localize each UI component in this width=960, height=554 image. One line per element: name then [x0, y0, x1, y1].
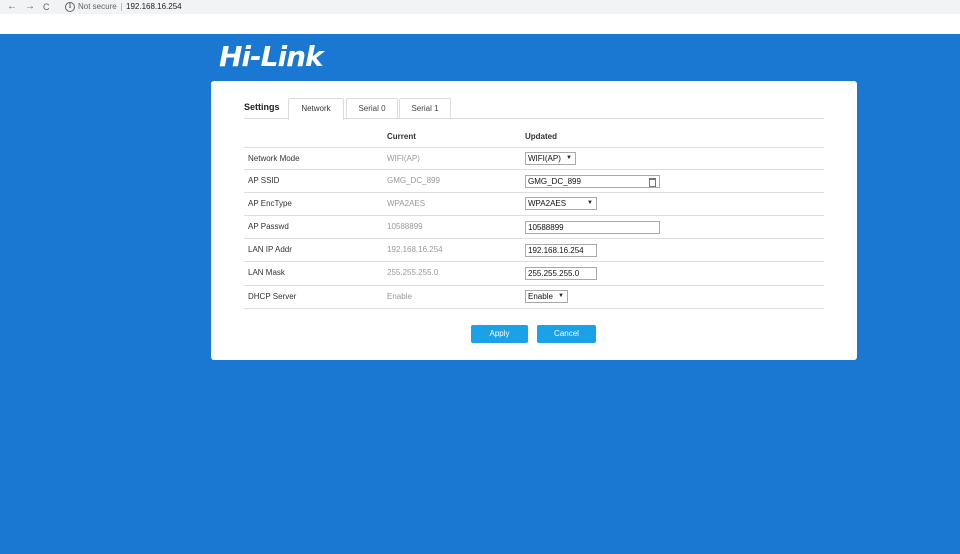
browser-chrome: ← → C i Not secure 192.168.16.254 — [0, 0, 960, 34]
tab-serial-1[interactable]: Serial 1 — [399, 98, 451, 118]
row-label: DHCP Server — [248, 292, 297, 301]
tab-network[interactable]: Network — [288, 98, 344, 120]
table-row: LAN Mask 255.255.255.0 255.255.255.0 — [244, 261, 824, 286]
settings-tabs: Settings Network Serial 0 Serial 1 — [244, 98, 824, 120]
input-value: GMG_DC_899 — [528, 177, 581, 186]
settings-heading: Settings — [244, 102, 280, 112]
ap-password-input[interactable]: 10588899 — [525, 221, 660, 234]
info-icon[interactable]: i — [65, 2, 75, 12]
table-row: Network Mode WIFI(AP) WIFI(AP) ▼ — [244, 147, 824, 170]
column-header-current: Current — [387, 132, 416, 141]
input-value: 10588899 — [528, 223, 564, 232]
row-label: LAN Mask — [248, 268, 285, 277]
hi-link-logo: Hi-Link — [219, 40, 324, 73]
selected-value: WPA2AES — [528, 199, 567, 208]
current-value: 10588899 — [387, 222, 423, 231]
row-label: AP EncType — [248, 199, 292, 208]
cancel-button[interactable]: Cancel — [537, 325, 596, 343]
current-value: WIFI(AP) — [387, 154, 420, 163]
row-label: LAN IP Addr — [248, 245, 292, 254]
table-row: DHCP Server Enable Enable ▼ — [244, 285, 824, 309]
selected-value: Enable — [528, 292, 553, 301]
column-header-updated: Updated — [525, 132, 557, 141]
current-value: 255.255.255.0 — [387, 268, 439, 277]
forward-icon[interactable]: → — [25, 0, 35, 14]
browser-toolbar: ← → C i Not secure 192.168.16.254 — [0, 0, 960, 14]
settings-panel: Settings Network Serial 0 Serial 1 Curre… — [211, 81, 857, 360]
current-value: 192.168.16.254 — [387, 245, 443, 254]
dropdown-arrow-icon: ▼ — [587, 200, 593, 206]
row-label: Network Mode — [248, 154, 300, 163]
reload-icon[interactable]: C — [43, 0, 50, 14]
dropdown-arrow-icon: ▼ — [566, 155, 572, 161]
dropdown-arrow-icon: ▼ — [558, 293, 564, 299]
tab-serial-0[interactable]: Serial 0 — [346, 98, 398, 118]
lan-mask-input[interactable]: 255.255.255.0 — [525, 267, 597, 280]
ap-ssid-input[interactable]: GMG_DC_899 — [525, 175, 660, 188]
lan-ip-input[interactable]: 192.168.16.254 — [525, 244, 597, 257]
back-icon[interactable]: ← — [7, 0, 17, 14]
clear-icon[interactable] — [649, 178, 656, 187]
table-row: LAN IP Addr 192.168.16.254 192.168.16.25… — [244, 238, 824, 262]
input-value: 192.168.16.254 — [528, 246, 584, 255]
input-value: 255.255.255.0 — [528, 269, 580, 278]
table-row: AP SSID GMG_DC_899 GMG_DC_899 — [244, 169, 824, 193]
current-value: GMG_DC_899 — [387, 176, 440, 185]
current-value: Enable — [387, 292, 412, 301]
row-label: AP Passwd — [248, 222, 289, 231]
security-status[interactable]: Not secure — [78, 0, 117, 14]
address-bar-url[interactable]: 192.168.16.254 — [126, 0, 182, 14]
network-mode-select[interactable]: WIFI(AP) ▼ — [525, 152, 576, 165]
table-row: AP Passwd 10588899 10588899 — [244, 215, 824, 239]
dhcp-server-select[interactable]: Enable ▼ — [525, 290, 568, 303]
apply-button[interactable]: Apply — [471, 325, 528, 343]
table-header-row: Current Updated — [244, 125, 824, 148]
row-label: AP SSID — [248, 176, 280, 185]
selected-value: WIFI(AP) — [528, 154, 561, 163]
ap-enctype-select[interactable]: WPA2AES ▼ — [525, 197, 597, 210]
url-separator — [121, 3, 122, 11]
table-row: AP EncType WPA2AES WPA2AES ▼ — [244, 192, 824, 216]
current-value: WPA2AES — [387, 199, 426, 208]
